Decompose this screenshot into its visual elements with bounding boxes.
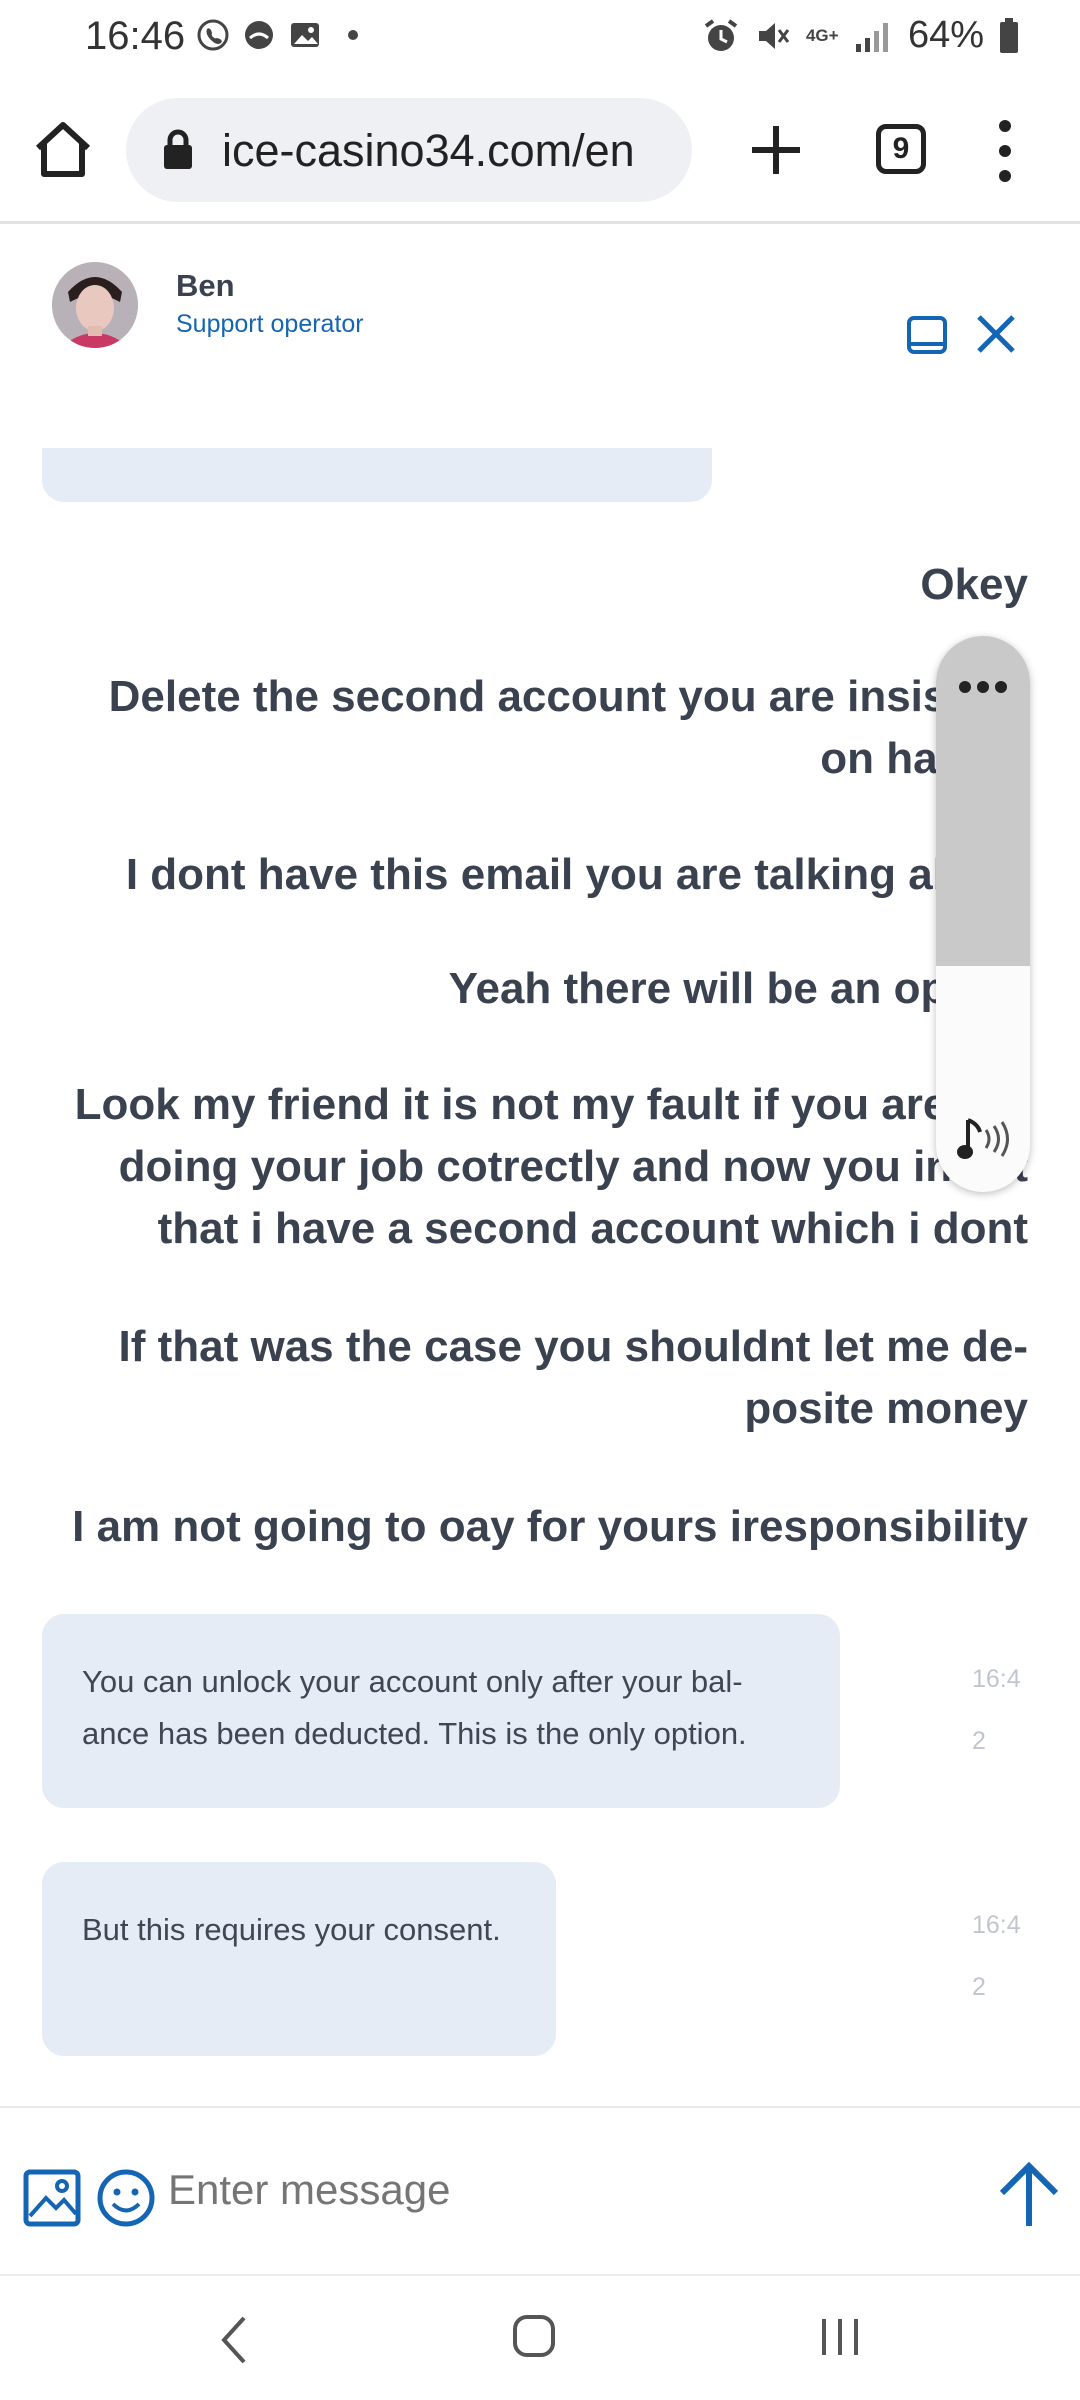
- message-time: 16:42: [972, 1911, 1021, 2001]
- lock-icon: [164, 129, 192, 169]
- user-message: Look my friend it is not my fault if you…: [74, 1080, 1028, 1253]
- user-message: I am not going to oay for yours irespons…: [72, 1502, 1028, 1551]
- network-type: 4G+: [805, 25, 839, 45]
- messenger-icon: [245, 21, 273, 49]
- close-chat-button[interactable]: [974, 312, 1018, 356]
- viber-icon: [197, 19, 229, 51]
- operator-message: You can unlock your account only after y…: [42, 1614, 840, 1808]
- battery-icon: [1000, 17, 1018, 53]
- message-time: 16:42: [972, 1665, 1021, 1755]
- mute-icon: [758, 22, 790, 49]
- user-message: I dont have this email you are talking a…: [125, 850, 1028, 899]
- minimize-chat-button[interactable]: [906, 314, 948, 356]
- message-input[interactable]: [168, 2166, 709, 2214]
- battery-percent: 64%: [907, 14, 984, 56]
- user-message: If that was the case you shouldnt let me…: [118, 1322, 1029, 1433]
- emoji-icon[interactable]: [96, 2168, 156, 2228]
- message-input-bar: [0, 2106, 1080, 2274]
- tab-switcher-button[interactable]: 9: [876, 124, 926, 174]
- recent-apps-icon[interactable]: [818, 2316, 862, 2358]
- address-bar[interactable]: ice-casino34.com/en: [126, 98, 692, 202]
- operator-message: But this requires your consent.: [42, 1862, 556, 2056]
- system-status-icons: 4G+ 64%: [702, 14, 1020, 57]
- attach-image-icon[interactable]: [22, 2168, 82, 2228]
- home-nav-icon[interactable]: [512, 2312, 556, 2360]
- status-bar: 16:46 4G+ 64%: [0, 0, 1080, 78]
- notification-icons: [196, 18, 358, 52]
- android-nav-bar: [0, 2274, 1080, 2400]
- send-button[interactable]: [996, 2160, 1062, 2230]
- alarm-icon: [704, 18, 738, 51]
- home-button[interactable]: [32, 118, 94, 180]
- operator-role: Support operator: [176, 310, 364, 338]
- chat-messages[interactable]: Okey Delete the second account you are i…: [0, 394, 1080, 2106]
- new-tab-button[interactable]: [748, 122, 804, 178]
- operator-bubble-partial: [42, 448, 712, 502]
- browser-toolbar: ice-casino34.com/en 9: [0, 78, 1080, 224]
- user-message: Okey: [920, 560, 1028, 609]
- chat-header: Ben Support operator: [0, 224, 1080, 394]
- operator-avatar: [52, 262, 138, 348]
- more-notifications-dot: [348, 30, 358, 40]
- back-icon[interactable]: [218, 2314, 250, 2366]
- floating-scroll-panel[interactable]: [936, 636, 1030, 1192]
- more-options-icon[interactable]: [958, 680, 1008, 694]
- status-time: 16:46: [85, 14, 186, 58]
- browser-menu-icon[interactable]: [990, 118, 1020, 184]
- audio-icon[interactable]: [956, 1114, 1012, 1164]
- url-text: ice-casino34.com/en: [222, 125, 635, 176]
- signal-icon: [855, 22, 888, 52]
- gallery-icon: [291, 23, 319, 47]
- user-message: Delete the second account you are insist…: [108, 672, 1028, 783]
- operator-name: Ben: [176, 268, 235, 303]
